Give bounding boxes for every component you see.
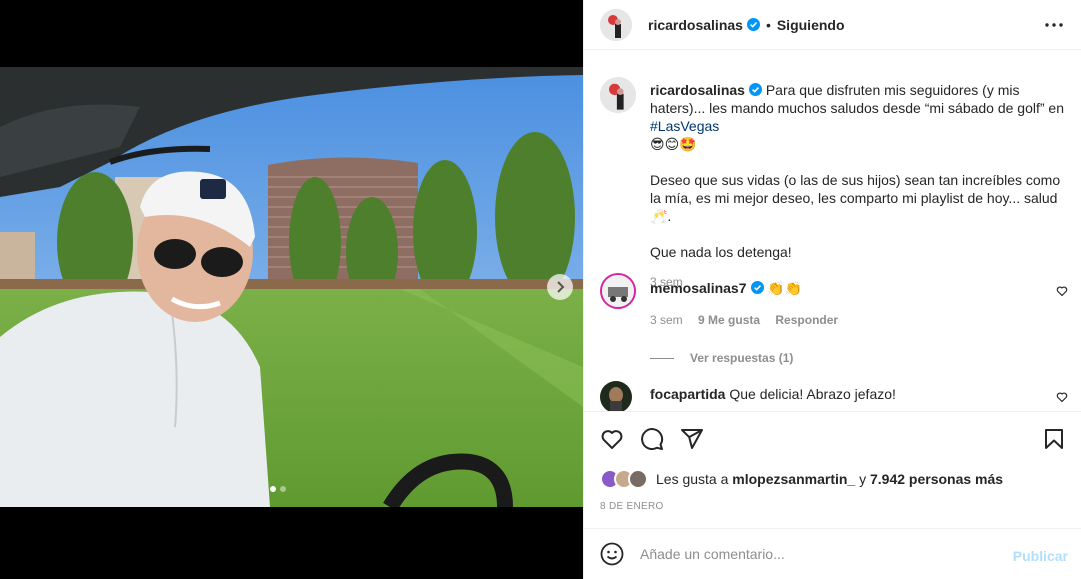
post-photo[interactable] (0, 67, 583, 507)
post-date[interactable]: 8 de enero (600, 501, 664, 512)
caption-emojis: 😎😊🤩 (650, 136, 697, 152)
carousel-dot (280, 486, 286, 492)
author-username[interactable]: ricardosalinas (648, 17, 743, 33)
caption-username[interactable]: ricardosalinas (650, 82, 745, 98)
post-media (0, 0, 583, 579)
next-slide-button[interactable] (547, 274, 573, 300)
caption-avatar[interactable] (600, 77, 636, 113)
comment-time[interactable]: 3 sem (650, 313, 683, 327)
header-separator: • (765, 16, 771, 33)
hashtag-link[interactable]: #LasVegas (650, 118, 719, 134)
comment-text: Que delicia! Abrazo jefazo! (729, 386, 896, 402)
likes-user[interactable]: mlopezsanmartin_ (732, 471, 855, 487)
comment-text: 👏👏 (767, 280, 803, 296)
heart-icon[interactable] (600, 427, 624, 451)
carousel-indicator (270, 486, 286, 492)
comment-avatar[interactable] (600, 273, 636, 309)
publish-button[interactable]: Publicar (1013, 548, 1068, 564)
avatar (628, 469, 648, 489)
heart-icon[interactable] (1056, 391, 1068, 403)
heart-icon[interactable] (1056, 285, 1068, 297)
comment-username[interactable]: memosalinas7 (650, 280, 747, 296)
verified-icon (748, 83, 762, 96)
chevron-right-icon (557, 281, 565, 293)
caption-paragraph-3: Que nada los detenga! (650, 244, 792, 260)
comment-username[interactable]: focapartida (650, 386, 725, 402)
share-icon[interactable] (680, 427, 704, 451)
comment-composer: Publicar (584, 528, 1081, 579)
comment-likes[interactable]: 9 Me gusta (698, 313, 760, 327)
comment-avatar[interactable] (600, 381, 632, 411)
comment: focapartida Que delicia! Abrazo jefazo! (600, 379, 1070, 411)
likes-summary: Les gusta a mlopezsanmartin_ y 7.942 per… (600, 466, 1003, 492)
caption: ricardosalinas Para que disfruten mis se… (600, 75, 1070, 289)
likes-prefix: Les gusta a (656, 471, 729, 487)
comment-meta: 3 sem 9 Me gusta Responder (650, 311, 1070, 329)
likes-middle: y (859, 471, 867, 487)
reply-button[interactable]: Responder (775, 313, 838, 327)
comment: memosalinas7 👏👏 3 sem 9 Me gusta Respond… (600, 271, 1070, 365)
post-modal: ricardosalinas • Siguiendo ricardosalina… (0, 0, 1081, 579)
reply-divider (650, 358, 674, 360)
likes-count[interactable]: 7.942 personas más (870, 471, 1003, 487)
view-replies-label: Ver respuestas (1) (690, 351, 794, 365)
post-header: ricardosalinas • Siguiendo (584, 0, 1081, 50)
comments-list[interactable]: ricardosalinas Para que disfruten mis se… (584, 51, 1081, 412)
caption-paragraph-2: Deseo que sus vidas (o las de sus hijos)… (650, 172, 1061, 224)
comment-input[interactable] (640, 546, 1000, 562)
following-button[interactable]: Siguiendo (777, 17, 845, 33)
verified-icon (750, 281, 764, 294)
view-replies-button[interactable]: Ver respuestas (1) (650, 349, 1070, 367)
more-icon[interactable] (1044, 17, 1064, 33)
carousel-dot-active (270, 486, 276, 492)
bookmark-icon[interactable] (1042, 427, 1066, 451)
comment-icon[interactable] (640, 427, 664, 451)
post-panel: ricardosalinas • Siguiendo ricardosalina… (583, 0, 1081, 579)
likes-text: Les gusta a mlopezsanmartin_ y 7.942 per… (656, 471, 1003, 487)
verified-icon (746, 18, 760, 31)
action-bar (584, 413, 1081, 465)
caption-text: ricardosalinas Para que disfruten mis se… (650, 81, 1070, 291)
avatar[interactable] (600, 8, 632, 41)
emoji-icon[interactable] (600, 542, 624, 566)
